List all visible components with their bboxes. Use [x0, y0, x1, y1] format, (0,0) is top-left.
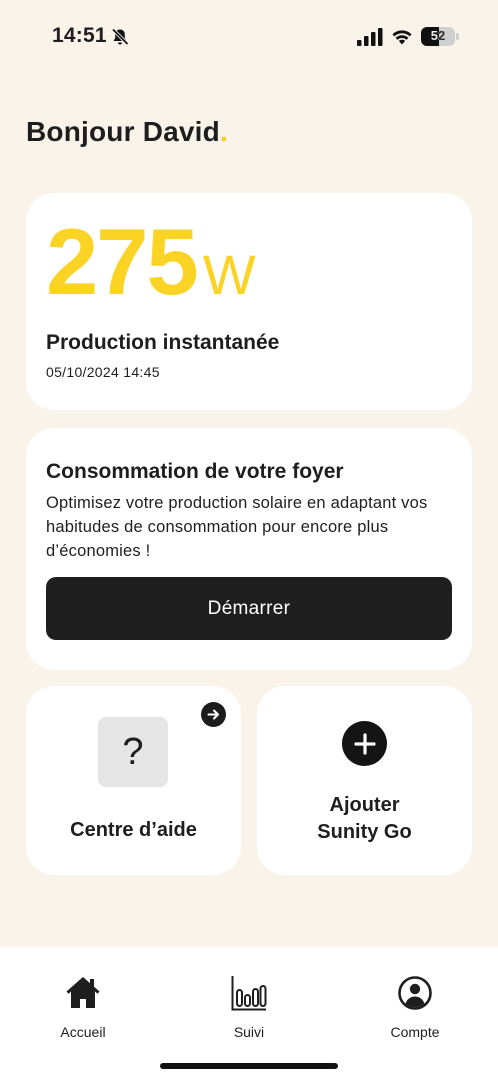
account-icon — [398, 976, 432, 1010]
consumption-card: Consommation de votre foyer Optimisez vo… — [26, 428, 472, 670]
arrow-right-icon — [201, 702, 226, 727]
nav-label-compte: Compte — [390, 1024, 440, 1040]
nav-label-accueil: Accueil — [60, 1024, 106, 1040]
question-mark-icon: ? — [98, 717, 168, 787]
greeting-text: Bonjour David — [26, 116, 220, 147]
start-button[interactable]: Démarrer — [46, 577, 452, 640]
battery-icon: 52 — [421, 27, 455, 46]
consumption-description: Optimisez votre production solaire en ad… — [46, 494, 428, 560]
nav-item-suivi[interactable]: Suivi — [194, 974, 304, 1044]
nav-item-accueil[interactable]: Accueil — [28, 974, 138, 1044]
bottom-nav: Accueil Suivi Compte — [0, 947, 498, 1080]
production-title: Production instantanée — [46, 331, 280, 354]
help-center-label: Centre d’aide — [70, 819, 197, 841]
production-datetime: 05/10/2024 14:45 — [46, 364, 160, 380]
wifi-icon — [392, 30, 412, 45]
add-sunity-go-card[interactable]: Ajouter Sunity Go — [257, 686, 472, 875]
bell-muted-icon — [111, 28, 129, 46]
add-sunity-go-label: Ajouter Sunity Go — [257, 792, 472, 846]
nav-item-compte[interactable]: Compte — [360, 974, 470, 1044]
bar-chart-icon — [231, 976, 267, 1011]
battery-percent: 52 — [430, 28, 446, 43]
battery-nub — [456, 33, 459, 40]
production-card[interactable]: 275 W Production instantanée 05/10/2024 … — [26, 193, 472, 410]
add-label-line1: Ajouter — [329, 794, 400, 816]
add-label-line2: Sunity Go — [317, 821, 412, 843]
nav-label-suivi: Suivi — [233, 1024, 265, 1040]
production-unit: W — [202, 243, 256, 306]
help-center-card[interactable]: ? Centre d’aide — [26, 686, 241, 875]
production-number: 275 — [46, 209, 199, 314]
plus-icon — [342, 721, 387, 766]
status-bar: 14:51 52 — [0, 0, 498, 74]
greeting-dot: . — [219, 116, 228, 147]
consumption-title: Consommation de votre foyer — [46, 460, 344, 483]
cellular-signal-icon — [357, 28, 383, 46]
home-indicator[interactable] — [160, 1063, 338, 1069]
home-icon — [66, 977, 100, 1008]
production-value: 275 W — [46, 215, 256, 309]
status-time: 14:51 — [52, 24, 107, 47]
greeting-title: Bonjour David. — [26, 116, 228, 148]
